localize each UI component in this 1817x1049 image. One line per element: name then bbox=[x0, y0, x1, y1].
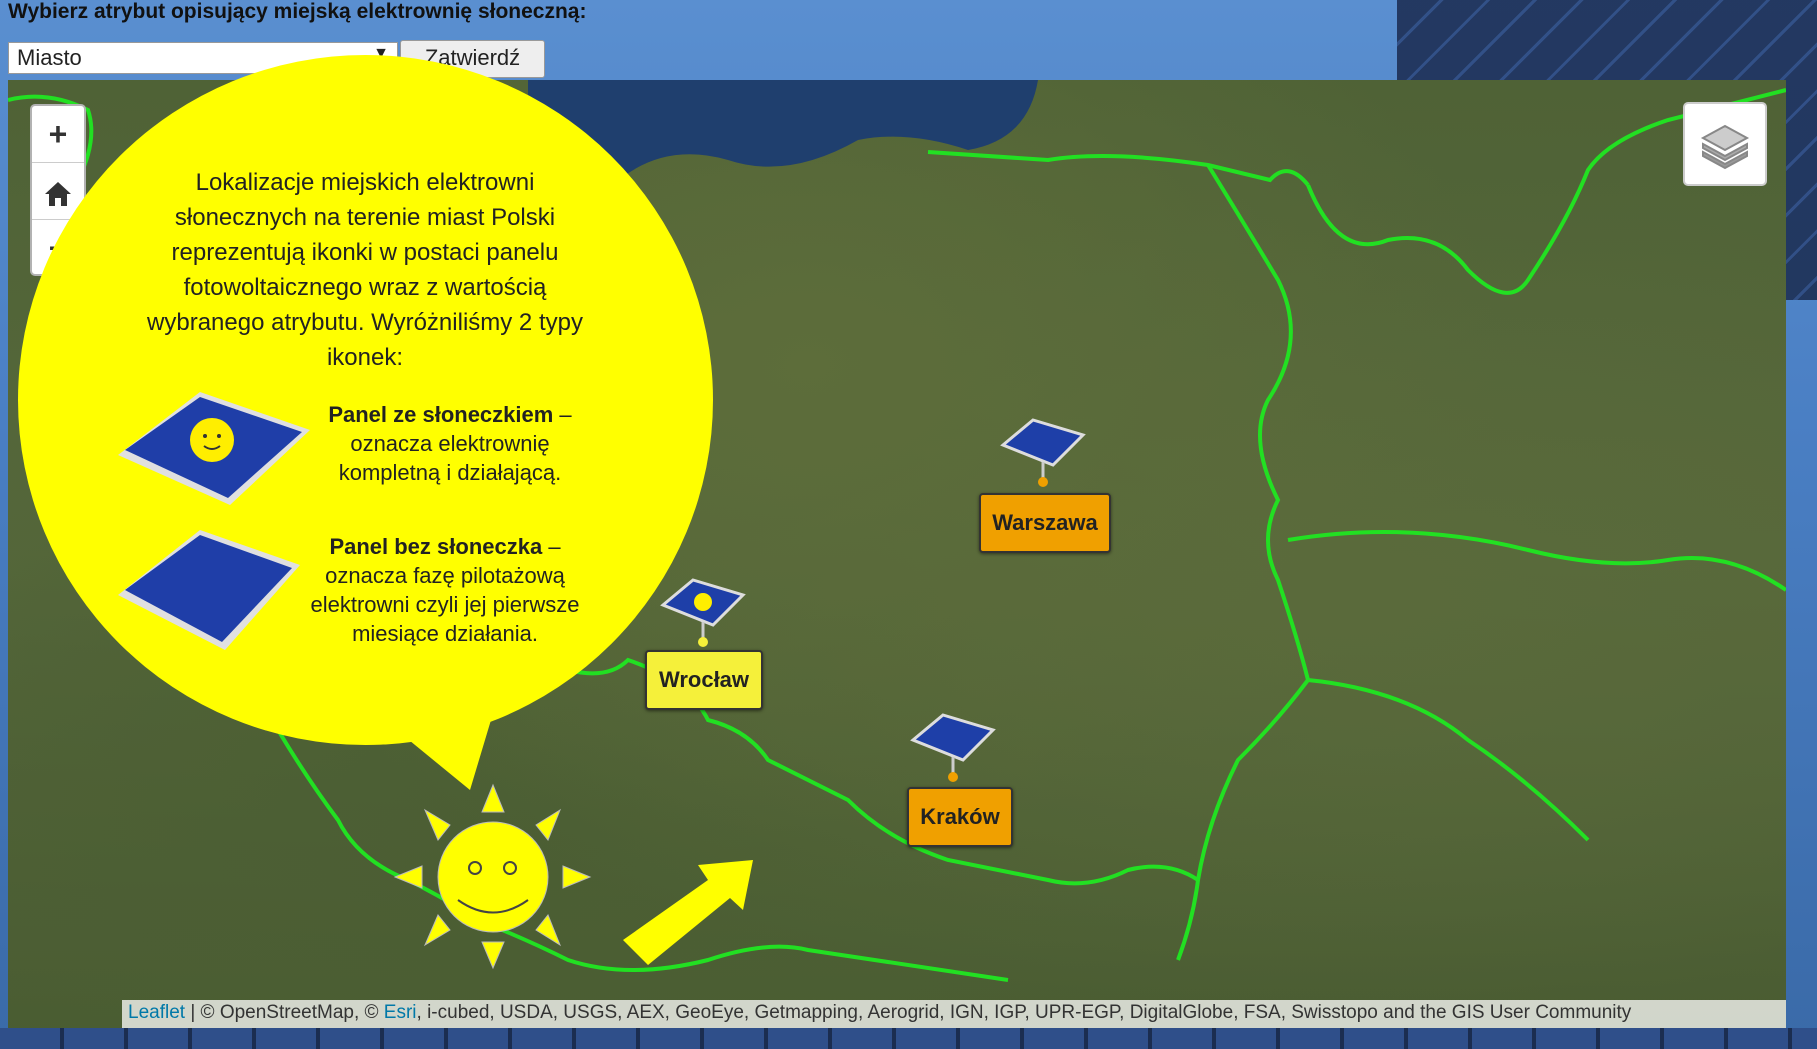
attribution-text-1: | © OpenStreetMap, © bbox=[185, 1002, 384, 1023]
legend-title-with-sun: Panel ze słoneczkiem bbox=[328, 402, 554, 427]
esri-link[interactable]: Esri bbox=[384, 1002, 417, 1023]
marker-label-krakow[interactable]: Kraków bbox=[907, 787, 1013, 847]
legend-title-without-sun: Panel bez słoneczka bbox=[329, 534, 543, 559]
layers-control[interactable] bbox=[1683, 102, 1767, 186]
marker-label-warszawa[interactable]: Warszawa bbox=[979, 493, 1111, 553]
layers-icon bbox=[1700, 124, 1750, 170]
krakow-panel-icon[interactable] bbox=[910, 713, 996, 782]
background-bottom-strip bbox=[0, 1028, 1817, 1049]
sun-mascot-icon bbox=[393, 783, 592, 970]
warszawa-panel-icon[interactable] bbox=[1000, 418, 1086, 487]
bubble-intro-text: Lokalizacje miejskich elektrowni słonecz… bbox=[147, 169, 583, 371]
legend-panel-with-sun-icon bbox=[118, 392, 310, 505]
leaflet-link[interactable]: Leaflet bbox=[128, 1002, 185, 1023]
legend-item-with-sun: Panel ze słoneczkiem – oznacza elektrown… bbox=[310, 400, 590, 487]
bubble-tail bbox=[118, 392, 592, 970]
attribution-text-2: , i-cubed, USDA, USGS, AEX, GeoEye, Getm… bbox=[416, 1002, 1632, 1023]
map-attribution: Leaflet | © OpenStreetMap, © Esri, i-cub… bbox=[122, 1000, 1786, 1028]
legend-item-without-sun: Panel bez słoneczka – oznacza fazę pilot… bbox=[295, 532, 595, 648]
legend-panel-icon bbox=[118, 530, 300, 650]
